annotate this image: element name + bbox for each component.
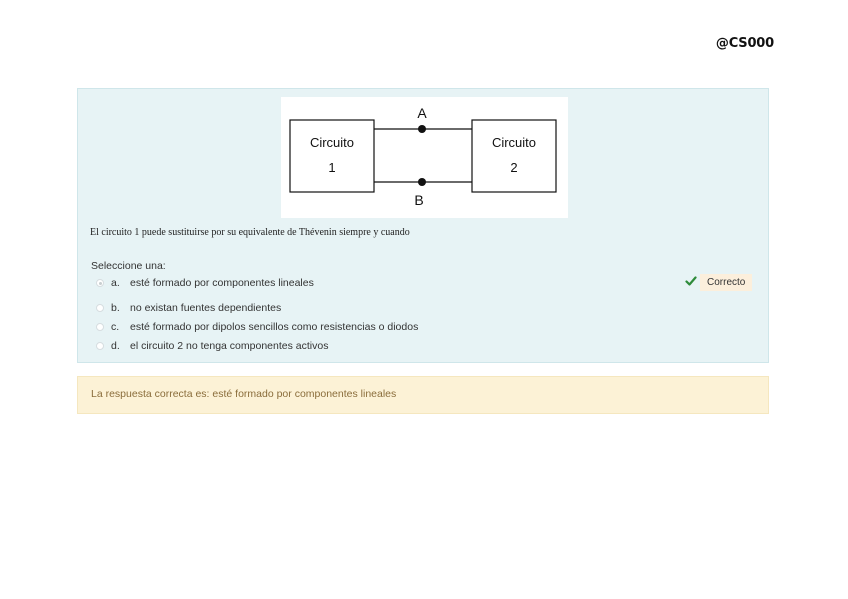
correct-answer-feedback: La respuesta correcta es: esté formado p… — [91, 388, 397, 400]
circuit-2-box — [471, 119, 557, 193]
option-a-radio[interactable] — [96, 279, 104, 287]
circuit-diagram: A B Circuito 1 Circuito 2 — [289, 105, 557, 208]
circuit-1-label-line1: Circuito — [310, 135, 354, 150]
option-a[interactable]: a. esté formado por componentes lineales — [96, 275, 314, 291]
option-b[interactable]: b. no existan fuentes dependientes — [96, 300, 281, 316]
option-d-letter: d. — [111, 340, 120, 352]
option-b-radio[interactable] — [96, 304, 104, 312]
user-handle: @CS000 — [715, 36, 774, 51]
circuit-figure: A B Circuito 1 Circuito 2 — [281, 97, 568, 218]
terminal-a-dot — [418, 125, 426, 133]
circuit-1-label-line2: 1 — [328, 160, 335, 175]
terminal-b-dot — [418, 178, 426, 186]
option-d-text: el circuito 2 no tenga componentes activ… — [130, 340, 329, 352]
option-c[interactable]: c. esté formado por dipolos sencillos co… — [96, 319, 418, 335]
select-prompt: Seleccione una: — [91, 260, 166, 272]
option-b-text: no existan fuentes dependientes — [130, 302, 282, 314]
option-d[interactable]: d. el circuito 2 no tenga componentes ac… — [96, 338, 328, 354]
option-d-radio[interactable] — [96, 342, 104, 350]
terminal-a-label: A — [417, 105, 427, 121]
option-b-letter: b. — [111, 302, 120, 314]
correct-badge: Correcto — [700, 274, 753, 291]
circuit-2-label-line2: 2 — [510, 160, 517, 175]
circuit-1-box — [289, 119, 375, 193]
option-c-text: esté formado por dipolos sencillos como … — [130, 321, 419, 333]
check-icon — [685, 276, 697, 286]
circuit-2-label-line1: Circuito — [492, 135, 536, 150]
option-a-text: esté formado por componentes lineales — [130, 277, 314, 289]
question-text: El circuito 1 puede sustituirse por su e… — [90, 227, 410, 238]
terminal-b-label: B — [414, 192, 423, 208]
option-c-letter: c. — [111, 321, 120, 333]
feedback-panel: La respuesta correcta es: esté formado p… — [77, 376, 769, 414]
question-panel: A B Circuito 1 Circuito 2 El circuito 1 … — [77, 88, 769, 363]
option-c-radio[interactable] — [96, 323, 104, 331]
option-a-letter: a. — [111, 277, 120, 289]
